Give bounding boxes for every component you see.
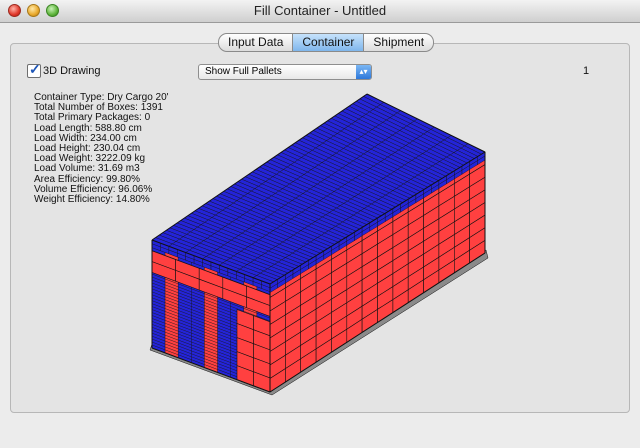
tab-input-data[interactable]: Input Data (218, 33, 294, 52)
container-3d-view[interactable] (0, 0, 640, 448)
tab-shipment[interactable]: Shipment (364, 33, 435, 52)
tab-container[interactable]: Container (293, 33, 365, 52)
tab-bar: Input Data Container Shipment (218, 33, 435, 52)
app-window: Fill Container - Untitled Input Data Con… (0, 0, 640, 448)
